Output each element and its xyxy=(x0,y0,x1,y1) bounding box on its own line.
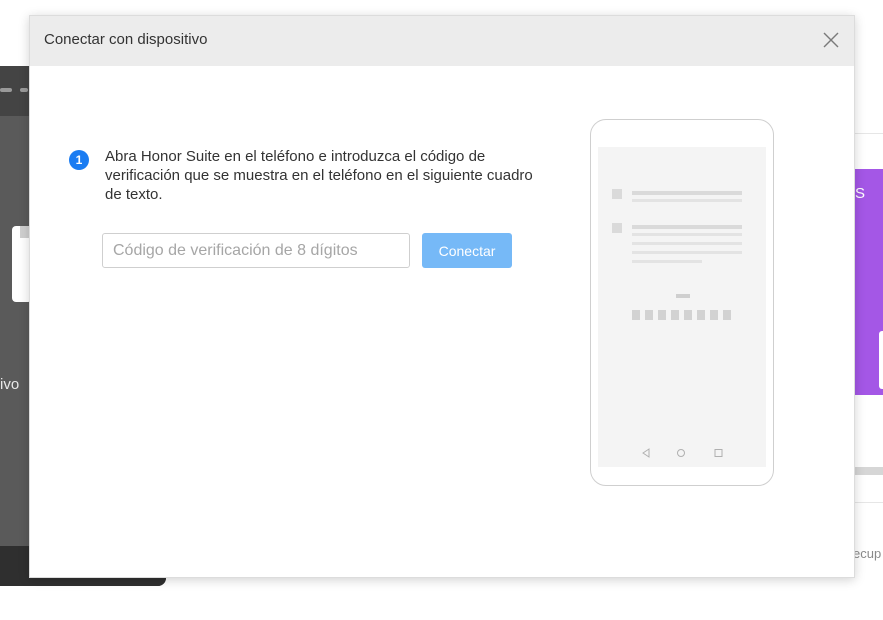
background-purple-card: S xyxy=(855,169,883,395)
phone-screen xyxy=(598,147,766,467)
background-bottom-label: ecup xyxy=(853,546,882,561)
background-left-label: ivo xyxy=(0,376,20,393)
background-card-label: S xyxy=(855,185,866,202)
dialog-header: Conectar con dispositivo xyxy=(30,16,854,66)
phone-illustration xyxy=(590,119,774,486)
verification-code-input[interactable] xyxy=(102,233,410,268)
instruction-text: Abra Honor Suite en el teléfono e introd… xyxy=(105,148,533,203)
window-control-icon xyxy=(20,88,28,92)
phone-screen-graphic xyxy=(612,189,742,458)
background-card-handle xyxy=(879,331,883,389)
connect-button[interactable]: Conectar xyxy=(422,233,512,268)
close-icon[interactable] xyxy=(822,31,840,49)
connect-device-dialog: Conectar con dispositivo 1 Abra Honor Su… xyxy=(29,15,855,578)
step-number-badge: 1 xyxy=(69,150,89,170)
dialog-title: Conectar con dispositivo xyxy=(44,31,208,48)
background-progress-bar xyxy=(855,467,883,475)
background-divider xyxy=(855,133,883,134)
window-control-icon xyxy=(0,88,12,92)
background-divider xyxy=(855,502,883,503)
